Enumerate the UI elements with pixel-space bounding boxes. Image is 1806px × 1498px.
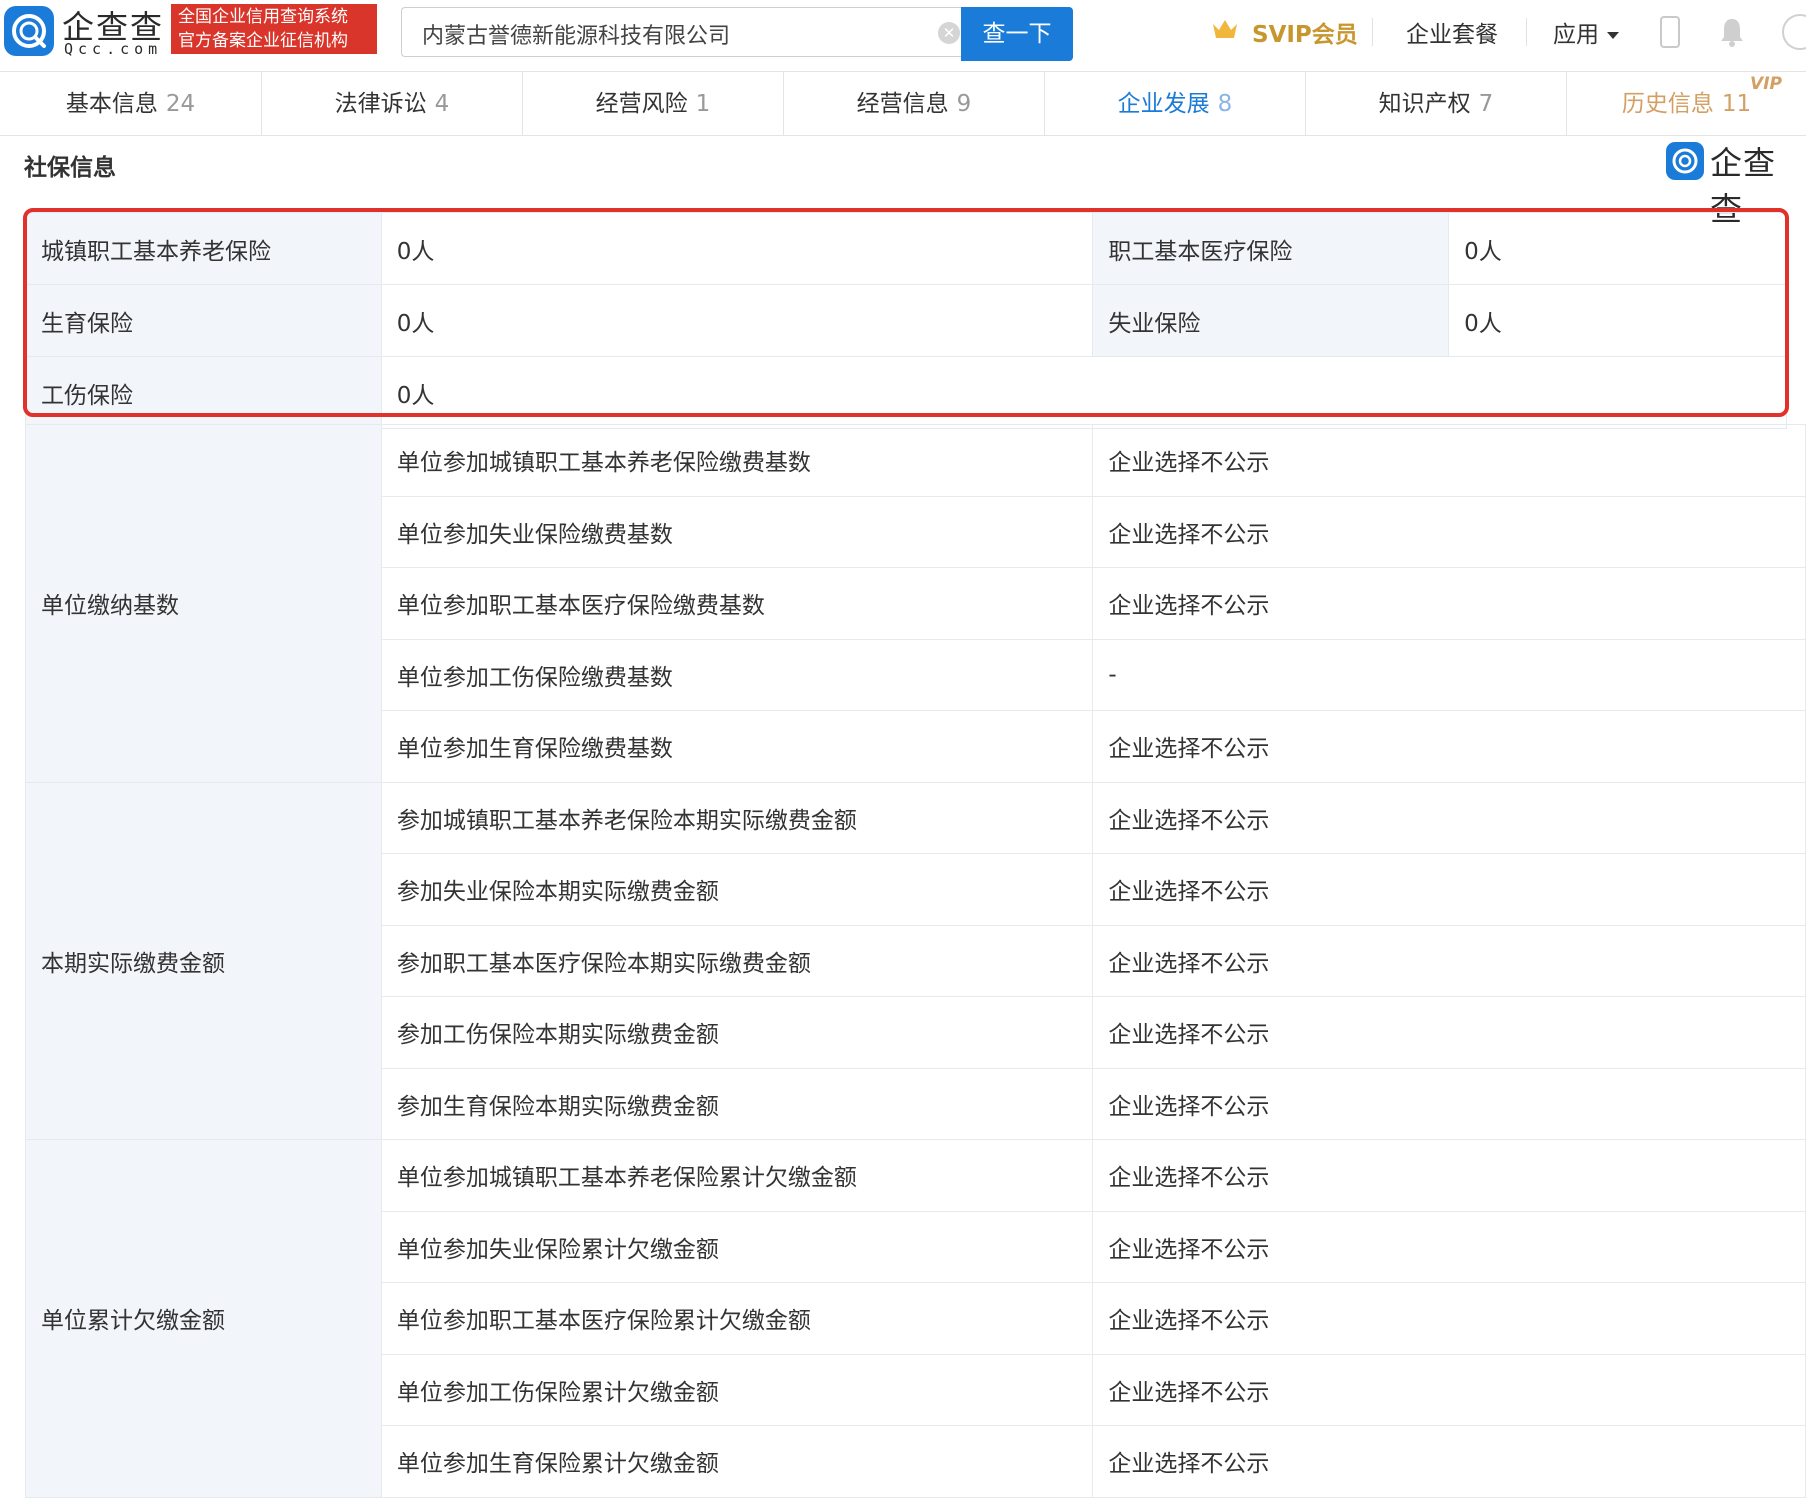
top-header: 企查查 Qcc.com 全国企业信用查询系统 官方备案企业征信机构 内蒙古誉德新… <box>0 0 1806 72</box>
row-item: 单位参加生育保险累计欠缴金额 <box>380 1425 1094 1498</box>
row-value: 企业选择不公示 <box>1092 1282 1806 1355</box>
crown-icon <box>1213 20 1237 38</box>
apps-menu-label: 应用 <box>1553 22 1599 48</box>
pension-insurance-value: 0人 <box>380 212 1094 285</box>
badge-line-2: 官方备案企业征信机构 <box>178 31 348 51</box>
tab-legal-litigation[interactable]: 法律诉讼 4 <box>262 72 523 136</box>
tab-count: 4 <box>434 91 450 117</box>
table-row: 工伤保险 0人 <box>25 356 1788 429</box>
tab-label: 企业发展 <box>1117 91 1210 117</box>
row-item: 单位参加职工基本医疗保险累计欠缴金额 <box>380 1282 1094 1355</box>
tab-count: 1 <box>695 91 711 117</box>
tab-count: 11 <box>1721 91 1752 117</box>
row-value: 企业选择不公示 <box>1092 710 1806 783</box>
tab-count: 8 <box>1217 91 1233 117</box>
search-input-value: 内蒙古誉德新能源科技有限公司 <box>422 24 731 49</box>
row-value: - <box>1092 638 1806 711</box>
row-item: 参加工伤保险本期实际缴费金额 <box>380 996 1094 1069</box>
maternity-insurance-value: 0人 <box>380 284 1094 357</box>
tab-label: 法律诉讼 <box>334 91 427 117</box>
row-item: 单位参加工伤保险缴费基数 <box>380 638 1094 711</box>
table-row: 单位累计欠缴金额 单位参加城镇职工基本养老保险累计欠缴金额 企业选择不公示 <box>25 1139 1806 1498</box>
section-title: 社保信息 <box>24 155 116 181</box>
company-tabs: 基本信息 24 法律诉讼 4 经营风险 1 经营信息 9 企业发展 8 知识产权 7 历史信… <box>0 72 1806 136</box>
caret-down-icon <box>1607 32 1619 39</box>
row-value: 企业选择不公示 <box>1092 1067 1806 1140</box>
row-value: 企业选择不公示 <box>1092 924 1806 997</box>
tab-label: 历史信息 <box>1621 91 1714 117</box>
svip-member-link[interactable]: SVIP会员 <box>1252 15 1358 49</box>
table-row: 单位缴纳基数 单位参加城镇职工基本养老保险缴费基数 企业选择不公示 <box>25 424 1806 783</box>
nav-divider <box>1526 18 1527 46</box>
medical-insurance-value: 0人 <box>1448 212 1787 285</box>
group-label-arrears: 单位累计欠缴金额 <box>25 1139 382 1498</box>
badge-line-1: 全国企业信用查询系统 <box>178 7 348 27</box>
nav-divider <box>1372 18 1373 46</box>
maternity-insurance-label: 生育保险 <box>25 284 382 357</box>
row-item: 单位参加失业保险累计欠缴金额 <box>380 1210 1094 1283</box>
tab-label: 经营信息 <box>856 91 949 117</box>
unemployment-insurance-label: 失业保险 <box>1092 284 1450 357</box>
unemployment-insurance-value: 0人 <box>1448 284 1787 357</box>
tab-label: 经营风险 <box>595 91 688 117</box>
row-value: 企业选择不公示 <box>1092 424 1806 497</box>
row-item: 参加城镇职工基本养老保险本期实际缴费金额 <box>380 781 1094 854</box>
tab-intellectual-property[interactable]: 知识产权 7 <box>1306 72 1567 136</box>
mobile-phone-icon[interactable] <box>1660 16 1680 48</box>
group-label-actual-payment: 本期实际缴费金额 <box>25 781 382 1140</box>
apps-menu[interactable]: 应用 <box>1553 15 1619 49</box>
tab-count: 24 <box>165 91 196 117</box>
row-value: 企业选择不公示 <box>1092 781 1806 854</box>
tab-business-risk[interactable]: 经营风险 1 <box>523 72 784 136</box>
row-value: 企业选择不公示 <box>1092 853 1806 926</box>
tab-count: 9 <box>956 91 972 117</box>
row-value: 企业选择不公示 <box>1092 1210 1806 1283</box>
tab-label: 知识产权 <box>1378 91 1471 117</box>
logo-domain: Qcc.com <box>64 40 163 58</box>
pension-insurance-label: 城镇职工基本养老保险 <box>25 212 382 285</box>
qcc-watermark-icon <box>1666 142 1704 180</box>
search-button[interactable]: 查一下 <box>961 7 1073 61</box>
payment-details-table: 单位缴纳基数 单位参加城镇职工基本养老保险缴费基数 企业选择不公示 单位参加失业… <box>25 424 1806 1498</box>
row-value: 企业选择不公示 <box>1092 567 1806 640</box>
table-row: 本期实际缴费金额 参加城镇职工基本养老保险本期实际缴费金额 企业选择不公示 <box>25 781 1806 1140</box>
row-value: 企业选择不公示 <box>1092 1425 1806 1498</box>
row-item: 单位参加工伤保险累计欠缴金额 <box>380 1353 1094 1426</box>
row-item: 参加失业保险本期实际缴费金额 <box>380 853 1094 926</box>
tab-label: 基本信息 <box>65 91 158 117</box>
row-value: 企业选择不公示 <box>1092 495 1806 568</box>
enterprise-packages-link[interactable]: 企业套餐 <box>1406 15 1498 49</box>
vip-badge: VIP <box>1750 74 1782 94</box>
tab-business-info[interactable]: 经营信息 9 <box>784 72 1045 136</box>
search-input[interactable]: 内蒙古誉德新能源科技有限公司 ✕ <box>401 7 961 57</box>
row-value: 企业选择不公示 <box>1092 1139 1806 1212</box>
row-item: 单位参加城镇职工基本养老保险累计欠缴金额 <box>380 1139 1094 1212</box>
group-label-base: 单位缴纳基数 <box>25 424 382 783</box>
row-item: 参加职工基本医疗保险本期实际缴费金额 <box>380 924 1094 997</box>
injury-insurance-value: 0人 <box>380 356 1788 429</box>
medical-insurance-label: 职工基本医疗保险 <box>1092 212 1450 285</box>
table-row: 生育保险 0人 失业保险 0人 <box>25 284 1787 357</box>
tab-count: 7 <box>1478 91 1494 117</box>
injury-insurance-label: 工伤保险 <box>25 356 382 429</box>
row-item: 参加生育保险本期实际缴费金额 <box>380 1067 1094 1140</box>
table-row: 城镇职工基本养老保险 0人 职工基本医疗保险 0人 <box>25 212 1787 285</box>
insurance-summary-table: 城镇职工基本养老保险 0人 职工基本医疗保险 0人 生育保险 0人 失业保险 0… <box>25 212 1788 429</box>
row-item: 单位参加职工基本医疗保险缴费基数 <box>380 567 1094 640</box>
bell-icon[interactable] <box>1718 16 1746 48</box>
user-avatar-icon[interactable] <box>1782 14 1806 50</box>
qcc-logo-icon[interactable] <box>4 6 54 56</box>
tab-basic-info[interactable]: 基本信息 24 <box>0 72 262 136</box>
tab-history-info[interactable]: 历史信息 11 VIP <box>1567 72 1806 136</box>
row-value: 企业选择不公示 <box>1092 996 1806 1069</box>
row-item: 单位参加失业保险缴费基数 <box>380 495 1094 568</box>
row-item: 单位参加城镇职工基本养老保险缴费基数 <box>380 424 1094 497</box>
credit-badge: 全国企业信用查询系统 官方备案企业征信机构 <box>171 4 377 54</box>
clear-icon[interactable]: ✕ <box>938 22 960 44</box>
row-item: 单位参加生育保险缴费基数 <box>380 710 1094 783</box>
row-value: 企业选择不公示 <box>1092 1353 1806 1426</box>
tab-enterprise-development[interactable]: 企业发展 8 <box>1045 72 1306 136</box>
